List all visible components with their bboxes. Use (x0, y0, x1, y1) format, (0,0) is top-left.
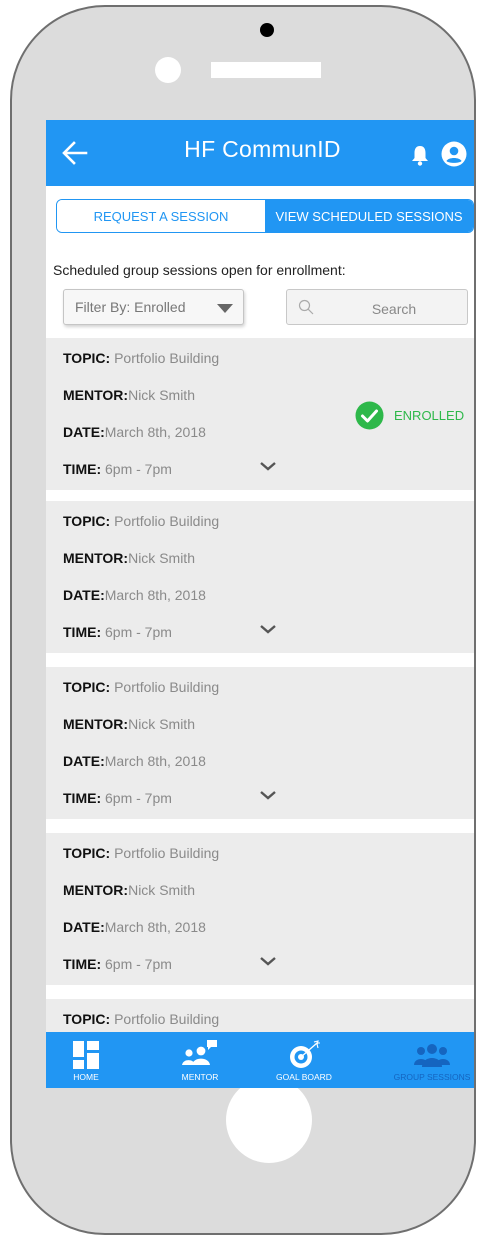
account-circle-icon[interactable] (441, 141, 467, 167)
date-value: March 8th, 2018 (104, 919, 206, 935)
nav-home-label: HOME (73, 1072, 99, 1082)
search-input[interactable] (327, 296, 461, 322)
home-hardware-button[interactable] (226, 1077, 312, 1163)
phone-frame: HF CommunID REQUEST A SESSION VIEW SCHED… (10, 5, 476, 1235)
nav-group-sessions[interactable]: GROUP SESSIONS (386, 1032, 474, 1088)
section-subtitle: Scheduled group sessions open for enroll… (53, 262, 346, 278)
topic-label: TOPIC: (63, 845, 111, 861)
speaker-grille (211, 62, 321, 78)
time-row: TIME: 6pm - 7pm (63, 461, 172, 477)
bottom-navigation: HOME MENTOR GOAL BOARD GROUP SESSIONS (46, 1032, 474, 1088)
caret-down-icon (217, 304, 233, 313)
dashboard-icon (73, 1041, 99, 1069)
mentor-label: MENTOR: (63, 716, 129, 732)
date-row: DATE:March 8th, 2018 (63, 919, 206, 935)
session-card[interactable]: TOPIC: Portfolio Building MENTOR:Nick Sm… (46, 338, 474, 490)
chevron-down-icon[interactable] (259, 955, 277, 967)
date-label: DATE: (63, 587, 105, 603)
topic-value: Portfolio Building (114, 513, 220, 529)
mentor-label: MENTOR: (63, 550, 129, 566)
session-card[interactable]: TOPIC: Portfolio Building MENTOR:Nick Sm… (46, 501, 474, 653)
time-value: 6pm - 7pm (105, 956, 172, 972)
date-label: DATE: (63, 919, 105, 935)
nav-mentor-label: MENTOR (181, 1072, 219, 1082)
mentor-chat-icon (182, 1040, 217, 1065)
topic-row: TOPIC: Portfolio Building (63, 350, 219, 366)
topic-value: Portfolio Building (114, 1011, 220, 1027)
time-label: TIME: (63, 461, 102, 477)
time-row: TIME: 6pm - 7pm (63, 956, 172, 972)
time-label: TIME: (63, 624, 102, 640)
tab-request-session[interactable]: REQUEST A SESSION (57, 200, 265, 232)
enrolled-label: ENROLLED (394, 407, 465, 423)
mentor-label: MENTOR: (63, 882, 129, 898)
topic-row: TOPIC: Portfolio Building (63, 845, 219, 861)
time-value: 6pm - 7pm (105, 790, 172, 806)
mentor-value: Nick Smith (128, 882, 195, 898)
time-value: 6pm - 7pm (105, 624, 172, 640)
nav-mentor[interactable]: MENTOR (170, 1032, 230, 1088)
search-box[interactable] (286, 289, 468, 325)
topic-label: TOPIC: (63, 350, 111, 366)
date-row: DATE:March 8th, 2018 (63, 753, 206, 769)
date-row: DATE:March 8th, 2018 (63, 587, 206, 603)
search-icon (298, 299, 314, 315)
session-tabs: REQUEST A SESSION VIEW SCHEDULED SESSION… (56, 199, 474, 233)
topic-value: Portfolio Building (114, 350, 220, 366)
time-label: TIME: (63, 956, 102, 972)
topic-value: Portfolio Building (114, 679, 220, 695)
nav-goal-board-label: GOAL BOARD (276, 1072, 332, 1082)
bell-icon[interactable] (410, 144, 430, 166)
mentor-value: Nick Smith (128, 550, 195, 566)
chevron-down-icon[interactable] (259, 789, 277, 801)
mentor-row: MENTOR:Nick Smith (63, 550, 195, 566)
topic-row: TOPIC: Portfolio Building (63, 679, 219, 695)
date-label: DATE: (63, 753, 105, 769)
nav-group-sessions-label: GROUP SESSIONS (393, 1072, 471, 1082)
chevron-down-icon[interactable] (259, 460, 277, 472)
date-value: March 8th, 2018 (104, 753, 206, 769)
session-card[interactable]: TOPIC: Portfolio Building MENTOR:Nick Sm… (46, 833, 474, 985)
camera-icon (260, 23, 274, 37)
mentor-row: MENTOR:Nick Smith (63, 716, 195, 732)
filter-dropdown[interactable]: Filter By: Enrolled (63, 289, 244, 325)
enrolled-status: ENROLLED (355, 401, 464, 429)
filter-label: Filter By: Enrolled (75, 299, 186, 315)
mentor-value: Nick Smith (128, 716, 195, 732)
nav-home[interactable]: HOME (60, 1032, 112, 1088)
date-label: DATE: (63, 424, 105, 440)
check-circle-icon (355, 401, 384, 429)
group-icon (414, 1044, 450, 1067)
mentor-row: MENTOR:Nick Smith (63, 882, 195, 898)
time-label: TIME: (63, 790, 102, 806)
topic-row: TOPIC: Portfolio Building (63, 513, 219, 529)
topic-row: TOPIC: Portfolio Building (63, 1011, 219, 1027)
target-icon (290, 1040, 320, 1068)
app-screen: HF CommunID REQUEST A SESSION VIEW SCHED… (46, 120, 474, 1088)
time-value: 6pm - 7pm (105, 461, 172, 477)
nav-goal-board[interactable]: GOAL BOARD (262, 1032, 346, 1088)
time-row: TIME: 6pm - 7pm (63, 790, 172, 806)
topic-label: TOPIC: (63, 679, 111, 695)
app-header: HF CommunID (46, 120, 474, 186)
session-card[interactable]: TOPIC: Portfolio Building MENTOR:Nick Sm… (46, 667, 474, 819)
topic-value: Portfolio Building (114, 845, 220, 861)
date-row: DATE:March 8th, 2018 (63, 424, 206, 440)
time-row: TIME: 6pm - 7pm (63, 624, 172, 640)
topic-label: TOPIC: (63, 1011, 111, 1027)
chevron-down-icon[interactable] (259, 623, 277, 635)
date-value: March 8th, 2018 (104, 424, 206, 440)
front-sensor (155, 57, 181, 83)
tab-view-scheduled-sessions[interactable]: VIEW SCHEDULED SESSIONS (265, 200, 473, 232)
mentor-row: MENTOR:Nick Smith (63, 387, 195, 403)
mentor-value: Nick Smith (128, 387, 195, 403)
topic-label: TOPIC: (63, 513, 111, 529)
date-value: March 8th, 2018 (104, 587, 206, 603)
mentor-label: MENTOR: (63, 387, 129, 403)
